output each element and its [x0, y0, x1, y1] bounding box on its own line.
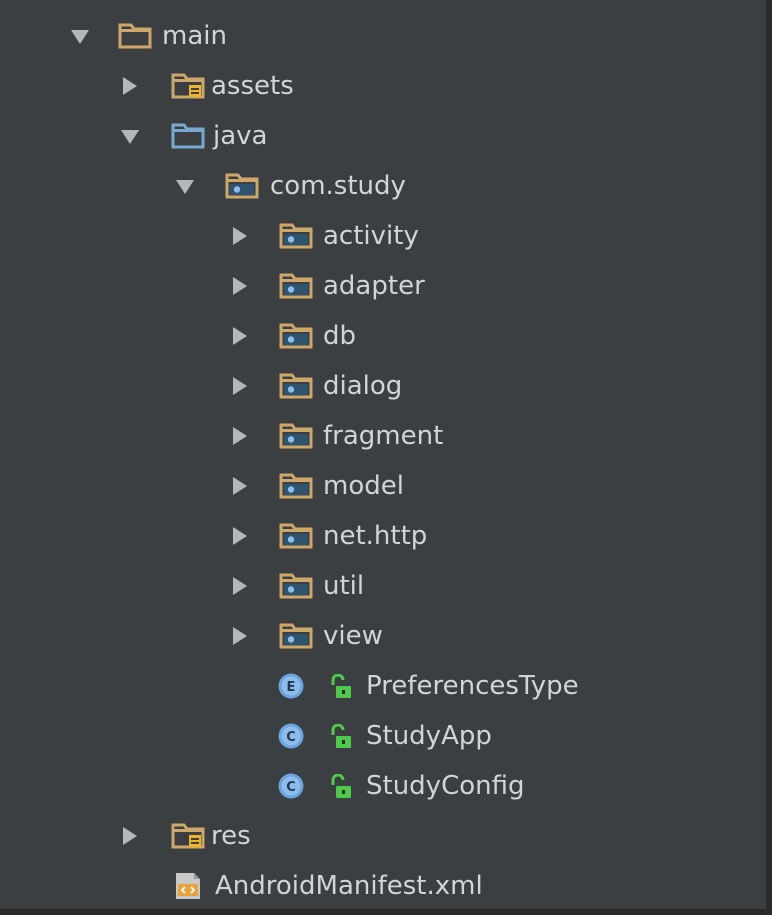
- enum-icon: E: [278, 673, 304, 699]
- tree-node-package[interactable]: util: [0, 561, 740, 611]
- class-icon: C: [278, 773, 304, 799]
- tree-node-package[interactable]: adapter: [0, 261, 740, 311]
- collapsed-arrow-icon[interactable]: [225, 611, 255, 661]
- package-folder-icon: [279, 273, 313, 299]
- tree-node-label: dialog: [323, 371, 403, 401]
- tree-node-label: StudyConfig: [366, 771, 525, 801]
- expanded-arrow-icon[interactable]: [117, 111, 147, 161]
- collapsed-arrow-icon[interactable]: [225, 311, 255, 361]
- tree-node-main[interactable]: main: [0, 11, 740, 61]
- collapsed-arrow-icon[interactable]: [115, 811, 145, 861]
- resource-folder-icon: [171, 73, 205, 99]
- tree-node-package[interactable]: view: [0, 611, 740, 661]
- package-folder-icon: [279, 323, 313, 349]
- xml-file-icon: [176, 873, 200, 899]
- tree-node-label: fragment: [323, 421, 444, 451]
- folder-icon: [118, 23, 152, 49]
- collapsed-arrow-icon[interactable]: [115, 61, 145, 111]
- tree-node-label: adapter: [323, 271, 425, 301]
- tree-node-label: model: [323, 471, 404, 501]
- collapsed-arrow-icon[interactable]: [225, 411, 255, 461]
- package-folder-icon: [279, 573, 313, 599]
- tree-node-java[interactable]: java: [0, 111, 740, 161]
- collapsed-arrow-icon[interactable]: [225, 461, 255, 511]
- tree-node-package[interactable]: dialog: [0, 361, 740, 411]
- lock-open-icon: [331, 724, 351, 748]
- package-folder-icon: [279, 373, 313, 399]
- collapsed-arrow-icon[interactable]: [225, 261, 255, 311]
- package-folder-icon: [279, 223, 313, 249]
- tree-node-android-manifest[interactable]: AndroidManifest.xml: [0, 861, 740, 911]
- tree-node-label: util: [323, 571, 365, 601]
- package-folder-icon: [225, 173, 259, 199]
- svg-text:C: C: [286, 730, 296, 745]
- panel-border: [0, 909, 772, 915]
- tree-node-label: db: [323, 321, 357, 351]
- package-folder-icon: [279, 423, 313, 449]
- tree-node-label: assets: [211, 71, 294, 101]
- tree-node-com-study[interactable]: com.study: [0, 161, 740, 211]
- expanded-arrow-icon[interactable]: [172, 161, 202, 211]
- tree-node-package[interactable]: activity: [0, 211, 740, 261]
- svg-text:E: E: [287, 680, 296, 695]
- expanded-arrow-icon[interactable]: [67, 11, 97, 61]
- collapsed-arrow-icon[interactable]: [225, 361, 255, 411]
- project-tree: main assets java com.study activity adap…: [0, 0, 772, 915]
- lock-open-icon: [331, 774, 351, 798]
- class-icon: C: [278, 723, 304, 749]
- tree-node-class[interactable]: C StudyConfig: [0, 761, 740, 811]
- tree-node-package[interactable]: fragment: [0, 411, 740, 461]
- collapsed-arrow-icon[interactable]: [225, 511, 255, 561]
- tree-node-label: AndroidManifest.xml: [215, 871, 483, 901]
- tree-node-label: activity: [323, 221, 419, 251]
- tree-node-label: PreferencesType: [366, 671, 579, 701]
- tree-node-label: view: [323, 621, 383, 651]
- tree-node-package[interactable]: net.http: [0, 511, 740, 561]
- source-folder-icon: [171, 123, 205, 149]
- tree-node-label: main: [162, 21, 227, 51]
- tree-node-assets[interactable]: assets: [0, 61, 740, 111]
- resource-folder-icon: [171, 823, 205, 849]
- tree-node-class[interactable]: E PreferencesType: [0, 661, 740, 711]
- tree-node-label: net.http: [323, 521, 428, 551]
- tree-node-label: com.study: [270, 171, 406, 201]
- tree-node-label: java: [213, 121, 268, 151]
- collapsed-arrow-icon[interactable]: [225, 561, 255, 611]
- tree-node-res[interactable]: res: [0, 811, 740, 861]
- svg-text:C: C: [286, 780, 296, 795]
- tree-node-label: StudyApp: [366, 721, 492, 751]
- lock-open-icon: [331, 674, 351, 698]
- package-folder-icon: [279, 623, 313, 649]
- panel-border: [766, 0, 772, 915]
- collapsed-arrow-icon[interactable]: [225, 211, 255, 261]
- tree-node-label: res: [211, 821, 251, 851]
- package-folder-icon: [279, 523, 313, 549]
- package-folder-icon: [279, 473, 313, 499]
- tree-node-package[interactable]: db: [0, 311, 740, 361]
- tree-node-package[interactable]: model: [0, 461, 740, 511]
- tree-node-class[interactable]: C StudyApp: [0, 711, 740, 761]
